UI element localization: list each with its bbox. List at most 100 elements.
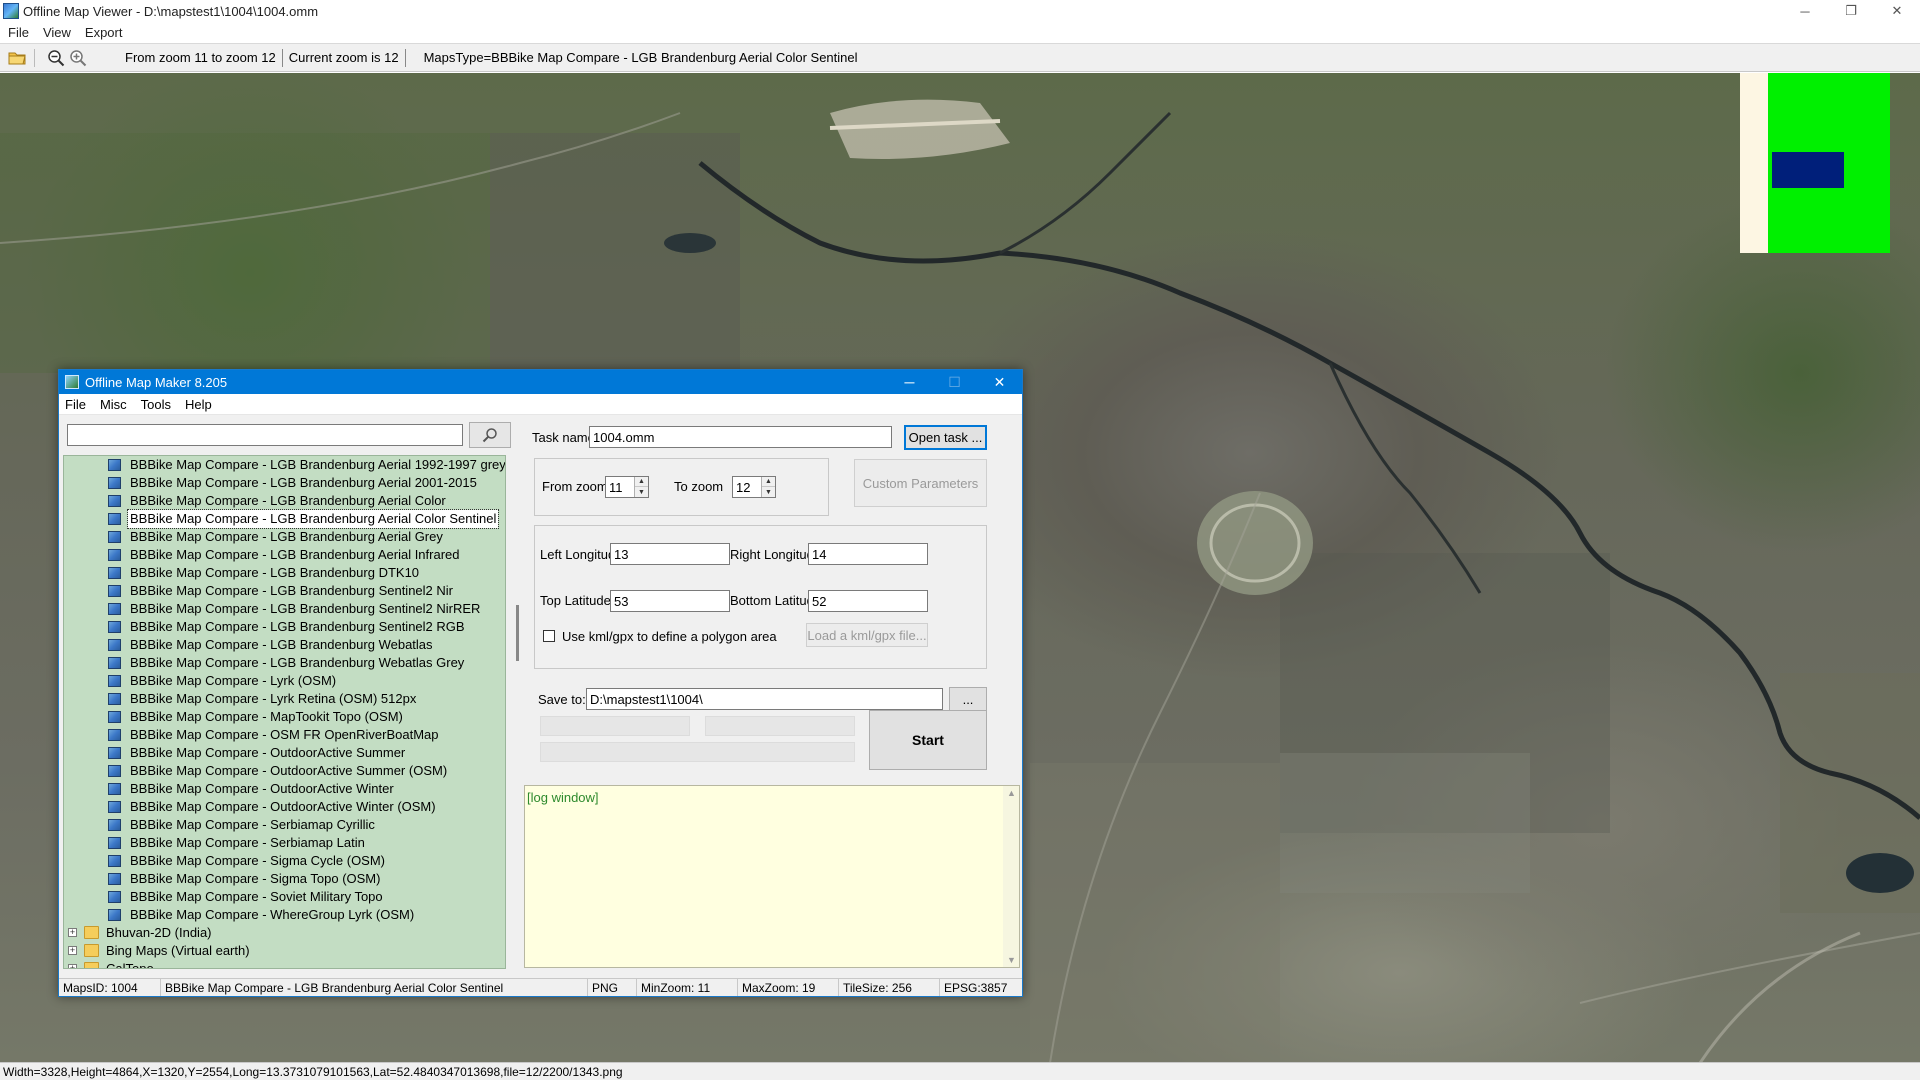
tree-item-label[interactable]: BBBike Map Compare - LGB Brandenburg Aer… [128,492,448,510]
dialog-minimize-button[interactable]: ─ [887,370,932,394]
tree-item-label[interactable]: BBBike Map Compare - Sigma Cycle (OSM) [128,852,387,870]
tree-item-label[interactable]: BBBike Map Compare - MapTookit Topo (OSM… [128,708,405,726]
open-task-button[interactable]: Open task ... [904,425,987,450]
tree-item-label[interactable]: BBBike Map Compare - LGB Brandenburg DTK… [128,564,421,582]
tree-item-label[interactable]: BBBike Map Compare - OutdoorActive Winte… [128,798,438,816]
tree-item[interactable]: BBBike Map Compare - MapTookit Topo (OSM… [64,708,505,726]
tree-item[interactable]: BBBike Map Compare - OutdoorActive Winte… [64,780,505,798]
tree-item-label[interactable]: BBBike Map Compare - LGB Brandenburg Sen… [128,600,482,618]
tree-item-label[interactable]: BBBike Map Compare - LGB Brandenburg Aer… [126,509,500,529]
dialog-close-button[interactable]: ✕ [977,370,1022,394]
right-longitude-input[interactable] [808,543,928,565]
left-longitude-input[interactable] [610,543,730,565]
tree-item-label[interactable]: BBBike Map Compare - Lyrk (OSM) [128,672,338,690]
start-button[interactable]: Start [869,710,987,770]
tree-scrollbar[interactable] [514,455,522,969]
tree-item-label[interactable]: BBBike Map Compare - Lyrk Retina (OSM) 5… [128,690,418,708]
menu-view[interactable]: View [43,25,71,40]
close-button[interactable]: ✕ [1874,0,1920,22]
log-window[interactable]: [log window] ▲ ▼ [524,785,1020,968]
tree-item[interactable]: BBBike Map Compare - LGB Brandenburg Web… [64,654,505,672]
tree-item[interactable]: BBBike Map Compare - WhereGroup Lyrk (OS… [64,906,505,924]
tree-scrollbar-thumb[interactable] [516,605,519,661]
tree-item-label[interactable]: BBBike Map Compare - LGB Brandenburg Web… [128,636,435,654]
browse-button[interactable]: ... [949,687,987,711]
spin-down-icon[interactable]: ▼ [635,487,648,497]
tree-item-label[interactable]: BBBike Map Compare - Serbiamap Latin [128,834,367,852]
tree-item[interactable]: BBBike Map Compare - LGB Brandenburg Aer… [64,474,505,492]
dialog-menu-file[interactable]: File [65,397,86,412]
tree-item[interactable]: BBBike Map Compare - LGB Brandenburg Sen… [64,582,505,600]
zoom-out-icon[interactable] [45,47,67,69]
tree-item-label[interactable]: BBBike Map Compare - OutdoorActive Summe… [128,762,449,780]
from-zoom-spinner[interactable]: 11 ▲ ▼ [605,476,649,498]
dialog-menu-misc[interactable]: Misc [100,397,127,412]
scroll-down-icon[interactable]: ▼ [1007,955,1016,965]
tree-item-label[interactable]: BBBike Map Compare - LGB Brandenburg Sen… [128,618,467,636]
tree-item[interactable]: BBBike Map Compare - LGB Brandenburg Sen… [64,618,505,636]
custom-parameters-button[interactable]: Custom Parameters [854,459,987,507]
tree-item[interactable]: BBBike Map Compare - Lyrk Retina (OSM) 5… [64,690,505,708]
tree-folder-label[interactable]: Bhuvan-2D (India) [106,924,212,942]
open-folder-icon[interactable] [6,47,28,69]
restore-button[interactable]: ❐ [1828,0,1874,22]
tree-item-label[interactable]: BBBike Map Compare - LGB Brandenburg Sen… [128,582,455,600]
task-name-input[interactable] [589,426,892,448]
spin-up-icon[interactable]: ▲ [635,477,648,487]
minimize-button[interactable]: ─ [1782,0,1828,22]
tree-folder[interactable]: + CalTopo [64,960,505,968]
tree-item-label[interactable]: BBBike Map Compare - LGB Brandenburg Web… [128,654,466,672]
tree-item[interactable]: BBBike Map Compare - Sigma Cycle (OSM) [64,852,505,870]
dialog-menu-tools[interactable]: Tools [141,397,171,412]
tree-item[interactable]: BBBike Map Compare - LGB Brandenburg Aer… [64,528,505,546]
to-zoom-spinner[interactable]: 12 ▲ ▼ [732,476,776,498]
minimap-viewport-rect[interactable] [1772,152,1844,188]
tree-item-label[interactable]: BBBike Map Compare - LGB Brandenburg Aer… [128,456,505,474]
tree-item[interactable]: BBBike Map Compare - LGB Brandenburg Aer… [64,509,505,529]
tree-item[interactable]: BBBike Map Compare - Serbiamap Latin [64,834,505,852]
save-to-input[interactable] [586,688,943,710]
menu-file[interactable]: File [8,25,29,40]
tree-item[interactable]: BBBike Map Compare - LGB Brandenburg Sen… [64,600,505,618]
tree-folder-label[interactable]: Bing Maps (Virtual earth) [106,942,250,960]
tree-item-label[interactable]: BBBike Map Compare - OSM FR OpenRiverBoa… [128,726,441,744]
tree-item-label[interactable]: BBBike Map Compare - LGB Brandenburg Aer… [128,528,445,546]
tree-item[interactable]: BBBike Map Compare - LGB Brandenburg Aer… [64,546,505,564]
dialog-menu-help[interactable]: Help [185,397,212,412]
tree-item[interactable]: BBBike Map Compare - Serbiamap Cyrillic [64,816,505,834]
tree-item[interactable]: BBBike Map Compare - Soviet Military Top… [64,888,505,906]
map-source-tree[interactable]: BBBike Map Compare - LGB Brandenburg Aer… [63,455,506,969]
expand-icon[interactable]: + [68,928,77,937]
tree-folder[interactable]: + Bhuvan-2D (India) [64,924,505,942]
zoom-in-icon[interactable] [67,47,89,69]
log-scrollbar[interactable]: ▲ ▼ [1003,786,1019,967]
top-latitude-input[interactable] [610,590,730,612]
tree-item-label[interactable]: BBBike Map Compare - Soviet Military Top… [128,888,385,906]
tree-item[interactable]: BBBike Map Compare - OutdoorActive Winte… [64,798,505,816]
expand-icon[interactable]: + [68,946,77,955]
load-kml-button[interactable]: Load a kml/gpx file... [806,623,928,647]
bottom-latitude-input[interactable] [808,590,928,612]
use-kml-checkbox[interactable] [543,630,555,642]
tree-item[interactable]: BBBike Map Compare - OutdoorActive Summe… [64,762,505,780]
tree-item-label[interactable]: BBBike Map Compare - Serbiamap Cyrillic [128,816,377,834]
tree-item[interactable]: BBBike Map Compare - LGB Brandenburg DTK… [64,564,505,582]
tree-item-label[interactable]: BBBike Map Compare - OutdoorActive Winte… [128,780,396,798]
tree-item-label[interactable]: BBBike Map Compare - Sigma Topo (OSM) [128,870,382,888]
overview-minimap[interactable] [1740,73,1890,253]
spin-down-icon[interactable]: ▼ [762,487,775,497]
tree-item[interactable]: BBBike Map Compare - OSM FR OpenRiverBoa… [64,726,505,744]
tree-item-label[interactable]: BBBike Map Compare - LGB Brandenburg Aer… [128,474,479,492]
to-zoom-arrows[interactable]: ▲ ▼ [761,477,775,497]
tree-item-label[interactable]: BBBike Map Compare - WhereGroup Lyrk (OS… [128,906,416,924]
tree-item[interactable]: BBBike Map Compare - LGB Brandenburg Aer… [64,456,505,474]
scroll-up-icon[interactable]: ▲ [1007,788,1016,798]
tree-item-label[interactable]: BBBike Map Compare - OutdoorActive Summe… [128,744,407,762]
tree-item[interactable]: BBBike Map Compare - LGB Brandenburg Aer… [64,492,505,510]
menu-export[interactable]: Export [85,25,123,40]
map-search-input[interactable] [67,424,463,446]
tree-item-label[interactable]: BBBike Map Compare - LGB Brandenburg Aer… [128,546,462,564]
tree-item[interactable]: BBBike Map Compare - Lyrk (OSM) [64,672,505,690]
tree-item[interactable]: BBBike Map Compare - LGB Brandenburg Web… [64,636,505,654]
tree-folder[interactable]: + Bing Maps (Virtual earth) [64,942,505,960]
